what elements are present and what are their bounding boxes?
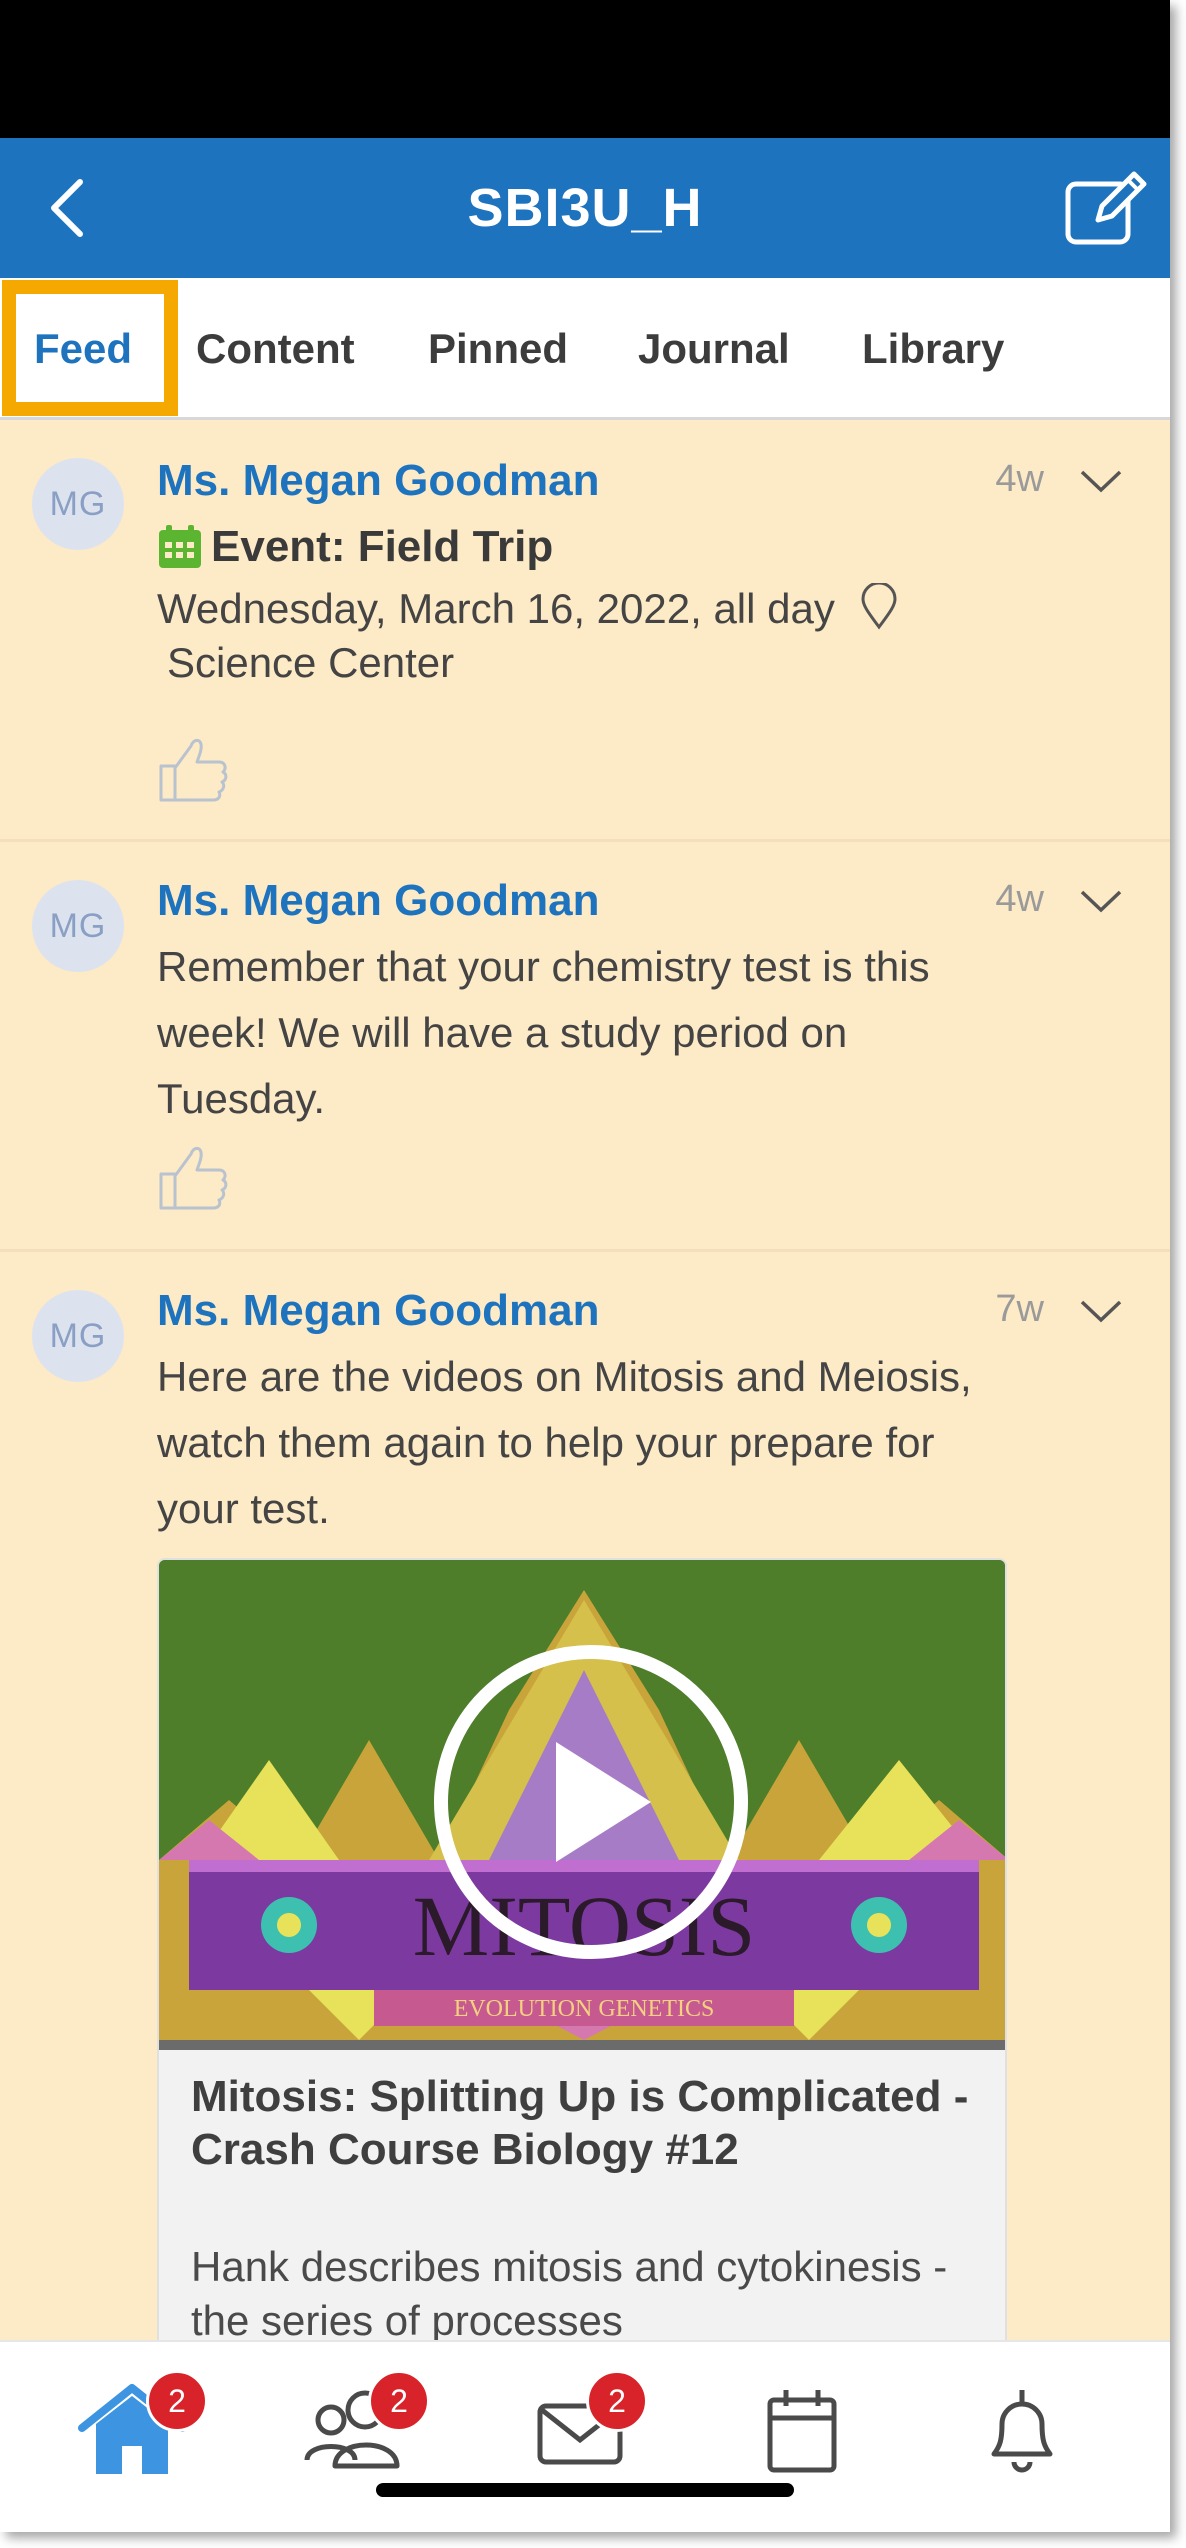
video-title[interactable]: Mitosis: Splitting Up is Complicated - C…	[191, 2070, 981, 2176]
video-description: Hank describes mitosis and cytokinesis -…	[191, 2243, 948, 2340]
calendar-icon	[767, 2390, 837, 2473]
bottom-nav: 2 2 2	[0, 2340, 1170, 2532]
nav-calendar[interactable]	[742, 2370, 862, 2490]
avatar: MG	[32, 880, 124, 972]
page-title: SBI3U_H	[467, 178, 703, 238]
header-bar: SBI3U_H	[0, 138, 1170, 278]
home-indicator	[376, 2483, 794, 2497]
tab-library[interactable]: Library	[862, 278, 1004, 420]
nav-messages[interactable]: 2	[520, 2370, 648, 2490]
chevron-down-icon[interactable]	[1078, 1296, 1124, 1326]
calendar-icon	[159, 525, 201, 568]
chevron-down-icon[interactable]	[1078, 466, 1124, 496]
event-title: Event: Field Trip	[211, 522, 554, 571]
tab-pinned[interactable]: Pinned	[428, 278, 568, 420]
feed-list[interactable]: MG Ms. Megan Goodman 4w Event: Field Tri…	[0, 420, 1170, 2340]
nav-people[interactable]: 2	[296, 2370, 430, 2490]
avatar: MG	[32, 1290, 124, 1382]
post-author[interactable]: Ms. Megan Goodman	[157, 876, 599, 926]
bell-icon	[991, 2390, 1053, 2473]
post-author[interactable]: Ms. Megan Goodman	[157, 1286, 599, 1336]
chevron-left-icon[interactable]	[30, 168, 110, 248]
play-icon[interactable]	[431, 1642, 751, 1962]
compose-icon[interactable]	[1060, 168, 1150, 248]
tab-bar: Feed Content Pinned Journal Library	[0, 278, 1170, 420]
feed-post[interactable]: MG Ms. Megan Goodman 4w Remember that yo…	[0, 842, 1170, 1252]
event-details: Wednesday, March 16, 2022, all day Scien…	[157, 581, 1057, 690]
notification-badge: 2	[368, 2370, 430, 2432]
location-pin-icon	[861, 581, 897, 630]
status-bar	[0, 0, 1170, 138]
video-preview-card[interactable]: MITOSIS EVOLUTION GENETICS Mitosis: Spli…	[157, 1558, 1007, 2340]
avatar: MG	[32, 458, 124, 550]
event-location: Science Center	[167, 639, 455, 686]
nav-home[interactable]: 2	[72, 2370, 208, 2490]
video-thumbnail[interactable]: MITOSIS EVOLUTION GENETICS	[159, 1560, 1005, 2040]
tab-journal[interactable]: Journal	[638, 278, 790, 420]
notification-badge: 2	[586, 2370, 648, 2432]
post-age: 4w	[995, 878, 1044, 920]
tab-feed[interactable]: Feed	[34, 278, 132, 420]
post-age: 7w	[995, 1288, 1044, 1330]
event-date: Wednesday, March 16, 2022, all day	[157, 585, 835, 632]
feed-post[interactable]: MG Ms. Megan Goodman 4w Event: Field Tri…	[0, 420, 1170, 842]
event-line: Event: Field Trip	[157, 522, 553, 572]
thumbnail-subtitle-text: EVOLUTION GENETICS	[454, 1996, 715, 2022]
post-text: Remember that your chemistry test is thi…	[157, 943, 930, 1122]
notification-badge: 2	[146, 2370, 208, 2432]
video-divider	[159, 2040, 1005, 2050]
thumbs-up-icon[interactable]	[157, 1140, 229, 1212]
thumbs-up-icon[interactable]	[157, 732, 229, 804]
post-author[interactable]: Ms. Megan Goodman	[157, 456, 599, 506]
chevron-down-icon[interactable]	[1078, 886, 1124, 916]
nav-notifications[interactable]	[962, 2370, 1082, 2490]
post-text: Here are the videos on Mitosis and Meios…	[157, 1353, 972, 1532]
tab-content[interactable]: Content	[196, 278, 355, 420]
post-age: 4w	[995, 458, 1044, 500]
app-screen: SBI3U_H Feed Content Pinned Journal Libr…	[0, 0, 1170, 2532]
